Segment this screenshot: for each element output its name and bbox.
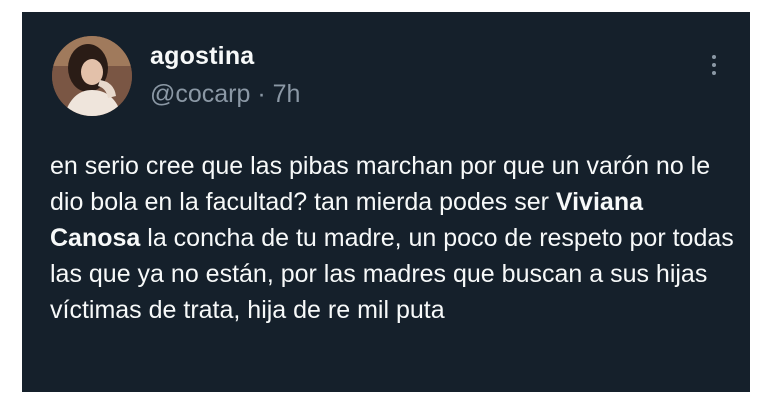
author-display-name[interactable]: agostina: [150, 42, 254, 71]
more-vertical-icon: [706, 55, 722, 75]
meta-separator: ·: [257, 80, 266, 108]
avatar[interactable]: [52, 36, 132, 116]
author-meta: @cocarp · 7h: [150, 80, 300, 109]
tweet-text-part-2: la concha de tu madre, un poco de respet…: [50, 224, 734, 324]
author-handle[interactable]: @cocarp: [150, 80, 250, 108]
tweet-text: en serio cree que las pibas marchan por …: [50, 148, 740, 328]
tweet-card: agostina @cocarp · 7h en serio cree que …: [22, 12, 750, 392]
tweet-timestamp[interactable]: 7h: [273, 80, 301, 108]
avatar-image: [52, 36, 132, 116]
more-options-button[interactable]: [706, 52, 722, 80]
